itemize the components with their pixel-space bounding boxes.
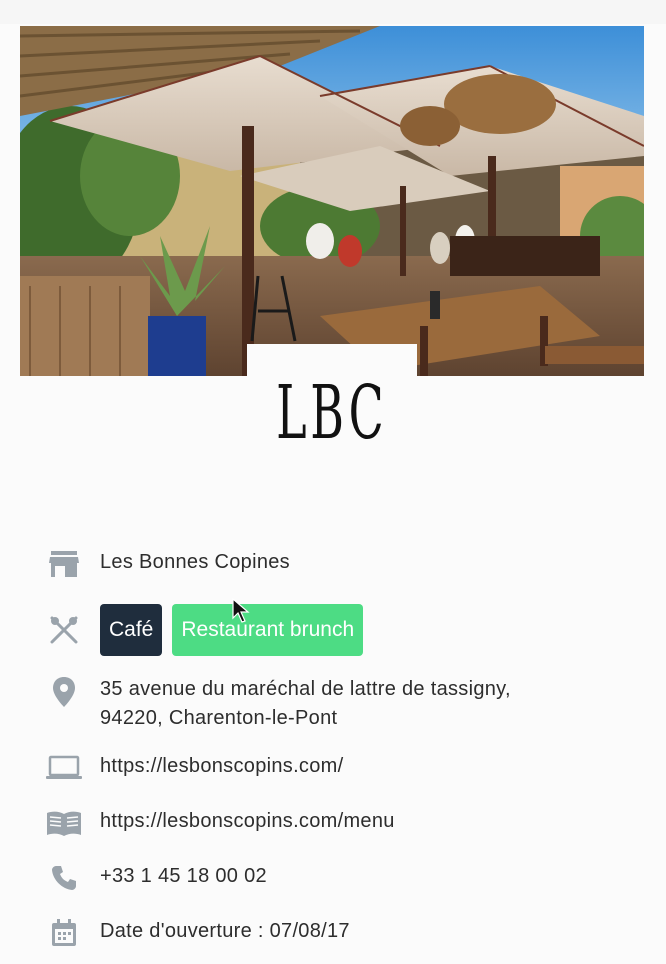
laptop-icon	[44, 752, 84, 784]
calendar-icon	[44, 917, 84, 949]
utensils-icon	[44, 604, 84, 656]
storefront-icon	[44, 548, 84, 580]
mouse-cursor-icon	[232, 598, 250, 623]
menu-link[interactable]: https://lesbonscopins.com/menu	[100, 807, 395, 836]
restaurant-terrace-photo	[20, 26, 644, 376]
restaurant-card: LBC Les Bonnes Copines Café Restaurant b…	[0, 0, 666, 964]
address-line1: 35 avenue du maréchal de lattre de tassi…	[100, 678, 511, 700]
open-book-icon	[44, 807, 84, 839]
website-row: https://lesbonscopins.com/	[44, 752, 644, 784]
logo: LBC	[247, 344, 417, 472]
address-line2: 94220, Charenton-le-Pont	[100, 707, 338, 729]
opening-date: Date d'ouverture : 07/08/17	[100, 920, 350, 942]
tag-restaurant-brunch[interactable]: Restaurant brunch	[172, 604, 364, 656]
opening-date-row: Date d'ouverture : 07/08/17	[44, 917, 644, 949]
address: 35 avenue du maréchal de lattre de tassi…	[100, 675, 511, 733]
map-pin-icon	[44, 675, 84, 709]
address-row: 35 avenue du maréchal de lattre de tassi…	[44, 675, 644, 733]
category-row: Café Restaurant brunch	[44, 604, 644, 656]
logo-text: LBC	[276, 370, 388, 456]
top-bar	[0, 0, 666, 24]
venue-name-row: Les Bonnes Copines	[44, 548, 644, 580]
phone-row: +33 1 45 18 00 02	[44, 862, 644, 894]
phone-number[interactable]: +33 1 45 18 00 02	[100, 862, 267, 891]
venue-name: Les Bonnes Copines	[100, 551, 290, 573]
phone-icon	[44, 862, 84, 894]
website-link[interactable]: https://lesbonscopins.com/	[100, 752, 343, 781]
menu-row: https://lesbonscopins.com/menu	[44, 807, 644, 839]
hero-photo	[20, 26, 644, 376]
tag-cafe[interactable]: Café	[100, 604, 163, 656]
